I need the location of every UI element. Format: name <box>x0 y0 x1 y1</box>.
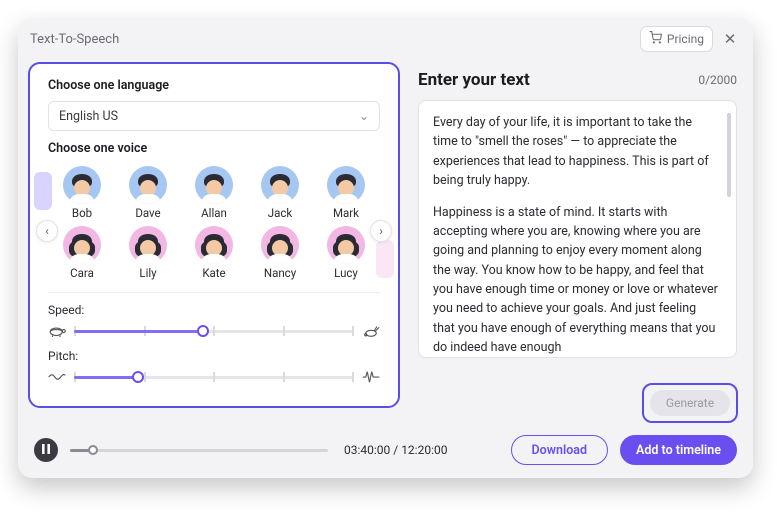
speed-label: Speed: <box>48 303 380 317</box>
voice-dave[interactable]: Dave <box>124 166 172 220</box>
cart-icon <box>649 31 662 47</box>
voice-name: Nancy <box>264 266 296 280</box>
total-time: 12:20:00 <box>401 443 447 457</box>
tts-window: Text-To-Speech Pricing ✕ Choose one lang… <box>18 18 753 478</box>
pitch-label: Pitch: <box>48 349 380 363</box>
voice-name: Bob <box>72 206 92 220</box>
voice-kate[interactable]: Kate <box>190 226 238 280</box>
close-button[interactable]: ✕ <box>719 28 741 50</box>
player-bar: 03:40:00 / 12:20:00 Download Add to time… <box>18 422 753 478</box>
voice-bob[interactable]: Bob <box>58 166 106 220</box>
voice-lucy[interactable]: Lucy <box>322 226 370 280</box>
generate-label: Generate <box>666 396 714 410</box>
generate-highlight: Generate <box>642 383 738 423</box>
playback-progress[interactable] <box>70 442 328 458</box>
text-input[interactable]: Every day of your life, it is important … <box>418 100 737 358</box>
avatar-icon <box>327 166 365 204</box>
speed-slider[interactable] <box>74 323 354 339</box>
voice-cara[interactable]: Cara <box>58 226 106 280</box>
voice-peek-right <box>376 240 394 278</box>
language-select[interactable]: English US ⌄ <box>48 101 380 131</box>
add-timeline-button[interactable]: Add to timeline <box>620 435 737 465</box>
voice-peek-left <box>34 172 52 210</box>
generate-button[interactable]: Generate <box>650 390 730 416</box>
wave-low-icon <box>48 372 66 382</box>
pricing-button[interactable]: Pricing <box>640 26 713 52</box>
avatar-icon <box>129 166 167 204</box>
voice-name: Allan <box>201 206 227 220</box>
voice-settings-panel: Choose one language English US ⌄ Choose … <box>28 62 400 408</box>
time-display: 03:40:00 / 12:20:00 <box>344 443 447 457</box>
voice-name: Mark <box>333 206 359 220</box>
scrollbar-thumb[interactable] <box>727 113 731 197</box>
voice-name: Lucy <box>334 266 358 280</box>
add-timeline-label: Add to timeline <box>636 443 721 458</box>
chevron-right-icon: › <box>379 224 383 238</box>
language-value: English US <box>59 109 118 124</box>
window-title: Text-To-Speech <box>30 32 119 47</box>
language-label: Choose one language <box>48 78 380 93</box>
titlebar: Text-To-Speech Pricing ✕ <box>18 18 753 60</box>
pause-icon <box>42 444 50 457</box>
voices-next-button[interactable]: › <box>370 220 392 242</box>
voices-row-female: Cara Lily Kate Nancy Lucy <box>48 226 380 280</box>
download-label: Download <box>532 443 588 458</box>
voice-jack[interactable]: Jack <box>256 166 304 220</box>
chevron-left-icon: ‹ <box>45 224 49 238</box>
text-entry-area: Enter your text 0/2000 Every day of your… <box>418 70 737 358</box>
voice-label: Choose one voice <box>48 141 380 156</box>
avatar-icon <box>195 166 233 204</box>
pitch-slider[interactable] <box>74 369 354 385</box>
pause-button[interactable] <box>34 438 58 462</box>
turtle-icon <box>48 325 66 337</box>
avatar-icon <box>129 226 167 264</box>
sample-paragraph: Every day of your life, it is important … <box>433 113 718 191</box>
pricing-label: Pricing <box>667 32 704 46</box>
voice-name: Kate <box>202 266 225 280</box>
wave-high-icon <box>362 370 380 384</box>
char-counter: 0/2000 <box>698 73 737 87</box>
voice-name: Dave <box>135 206 160 220</box>
avatar-icon <box>261 166 299 204</box>
voice-nancy[interactable]: Nancy <box>256 226 304 280</box>
voice-mark[interactable]: Mark <box>322 166 370 220</box>
voice-allan[interactable]: Allan <box>190 166 238 220</box>
download-button[interactable]: Download <box>511 435 609 465</box>
voices-prev-button[interactable]: ‹ <box>36 220 58 242</box>
elapsed-time: 03:40:00 <box>344 443 390 457</box>
voice-name: Cara <box>70 266 94 280</box>
avatar-icon <box>261 226 299 264</box>
voices-row-male: Bob Dave Allan Jack Mark <box>48 166 380 220</box>
enter-text-title: Enter your text <box>418 70 530 90</box>
avatar-icon <box>327 226 365 264</box>
avatar-icon <box>63 226 101 264</box>
voice-lily[interactable]: Lily <box>124 226 172 280</box>
rabbit-icon <box>362 324 380 338</box>
chevron-down-icon: ⌄ <box>359 109 369 123</box>
avatar-icon <box>63 166 101 204</box>
voice-name: Jack <box>268 206 292 220</box>
sample-paragraph: Happiness is a state of mind. It starts … <box>433 203 718 358</box>
avatar-icon <box>195 226 233 264</box>
voice-name: Lily <box>139 266 156 280</box>
close-icon: ✕ <box>724 30 737 48</box>
